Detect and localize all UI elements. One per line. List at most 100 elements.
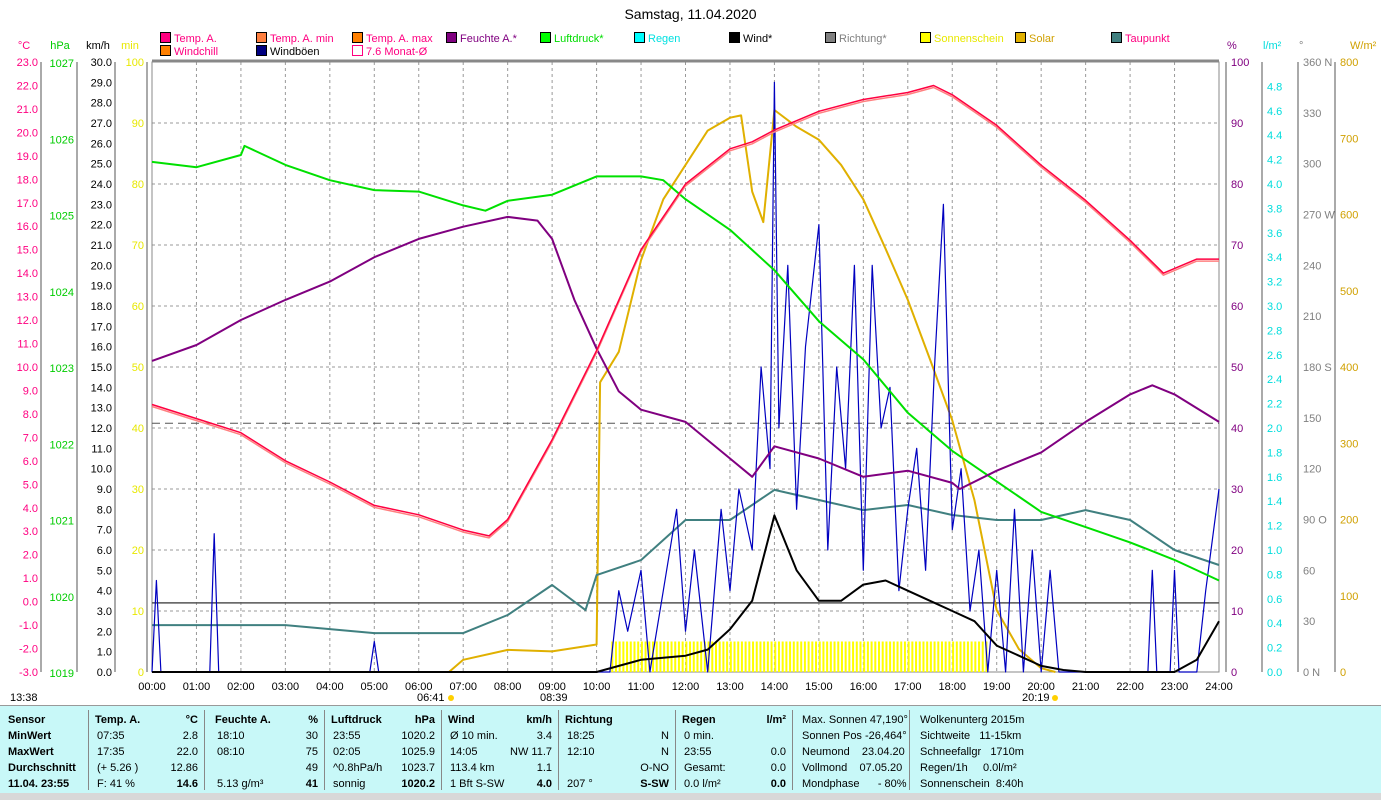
- y-tick-label: 40: [1231, 423, 1243, 435]
- y-tick-label: 4.6: [1267, 106, 1282, 118]
- status-bar: [0, 793, 1381, 800]
- sunshine-bar: [733, 641, 736, 672]
- hum-value: 49: [305, 762, 318, 774]
- summary-panel: Sensor MinWert MaxWert Durchschnitt 11.04. 2…: [0, 705, 1381, 794]
- y-tick-label: 23.0: [17, 57, 38, 69]
- y-tick-label: 80: [132, 179, 144, 191]
- sunshine-bar: [626, 641, 629, 672]
- sunshine-bar: [870, 641, 873, 672]
- y-tick-label: 14.0: [17, 268, 38, 280]
- sunshine-bar: [781, 641, 784, 672]
- x-tick-label: 19:00: [983, 681, 1011, 693]
- x-tick-label: 21:00: [1072, 681, 1100, 693]
- y-tick-label: -3.0: [19, 667, 38, 679]
- y-tick-label: 3.6: [1267, 228, 1282, 240]
- sunshine-bar: [955, 641, 958, 672]
- sunshine-bar: [729, 641, 732, 672]
- y-tick-label: 1022: [50, 439, 74, 451]
- y-tick-label: 20.0: [17, 127, 38, 139]
- sunshine-bar: [689, 641, 692, 672]
- sunshine-bar: [700, 641, 703, 672]
- y-tick-label: 3.8: [1267, 203, 1282, 215]
- y-tick-label: 20: [132, 545, 144, 557]
- y-tick-label: 17.0: [91, 321, 112, 333]
- y-tick-label: 11.0: [17, 339, 38, 351]
- y-tick-label: 150: [1303, 413, 1321, 425]
- y-tick-label: 1.2: [1267, 521, 1282, 533]
- y-tick-label: 3.0: [1267, 301, 1282, 313]
- press-value: 1020.2: [401, 730, 435, 742]
- y-tick-label: 240: [1303, 260, 1321, 272]
- sunshine-bar: [815, 641, 818, 672]
- sunshine-bar: [759, 641, 762, 672]
- sunshine-bar: [963, 641, 966, 672]
- sunshine-bar: [737, 641, 740, 672]
- y-tick-label: 12.0: [17, 315, 38, 327]
- y-tick-label: 0.0: [23, 597, 38, 609]
- misc-info: Sichtweite 11-15km: [920, 730, 1022, 742]
- x-tick-label: 13:00: [716, 681, 744, 693]
- y-tick-label: 2.8: [1267, 325, 1282, 337]
- axis-unit-label: %: [1227, 40, 1237, 52]
- y-tick-label: 0.0: [1267, 667, 1282, 679]
- y-tick-label: 1.8: [1267, 447, 1282, 459]
- sunset-time: 20:19: [1022, 692, 1050, 704]
- x-tick-label: 03:00: [272, 681, 300, 693]
- y-tick-label: 1024: [50, 287, 74, 299]
- sunshine-bar: [944, 641, 947, 672]
- y-tick-label: 4.0: [97, 586, 112, 598]
- wind-value: NW 11.7: [510, 746, 552, 758]
- y-tick-label: 0.0: [97, 667, 112, 679]
- sunshine-bar: [915, 641, 918, 672]
- y-tick-label: 29.0: [91, 77, 112, 89]
- axis-unit-label: l/m²: [1263, 40, 1282, 52]
- y-tick-label: 20.0: [91, 260, 112, 272]
- sensor-row-label: MaxWert: [8, 746, 54, 758]
- sunshine-bar: [878, 641, 881, 672]
- sunshine-bar: [792, 641, 795, 672]
- sunshine-bar: [796, 641, 799, 672]
- axis-unit-label: °C: [18, 40, 30, 52]
- hum-value: 30: [305, 730, 318, 742]
- y-tick-label: 6.0: [97, 545, 112, 557]
- y-tick-label: 26.0: [91, 138, 112, 150]
- sunshine-bar: [822, 641, 825, 672]
- sunshine-bar: [903, 641, 906, 672]
- sunshine-bar: [785, 641, 788, 672]
- sunshine-bar: [818, 641, 821, 672]
- sunshine-bar: [800, 641, 803, 672]
- y-tick-label: 700: [1340, 133, 1358, 145]
- y-tick-label: 8.0: [97, 504, 112, 516]
- x-tick-label: 16:00: [850, 681, 878, 693]
- x-tick-label: 01:00: [183, 681, 211, 693]
- sunshine-bar: [777, 641, 780, 672]
- press-value: 1023.7: [401, 762, 435, 774]
- sunshine-bar: [766, 641, 769, 672]
- rain-value: 0.0: [770, 778, 786, 790]
- temp-column: Temp. A. °C 07:35 17:35 (+ 5.26 ) F: 41 % 2.8 2…: [88, 710, 205, 790]
- x-tick-label: 02:00: [227, 681, 255, 693]
- sunshine-bar: [981, 641, 984, 672]
- temp-value: 12.86: [170, 762, 198, 774]
- y-tick-label: 0: [1340, 667, 1346, 679]
- y-tick-label: 1.6: [1267, 472, 1282, 484]
- sunshine-bar: [840, 641, 843, 672]
- sunshine-bar: [863, 641, 866, 672]
- press-column: Luftdruck hPa 23:55 02:05 ^0.8hPa/h sonnig 102…: [324, 710, 442, 790]
- y-tick-label: 2.0: [97, 626, 112, 638]
- y-tick-label: 30: [132, 484, 144, 496]
- y-tick-label: 21.0: [17, 104, 38, 116]
- y-tick-label: 210: [1303, 311, 1321, 323]
- y-tick-label: 27.0: [91, 118, 112, 130]
- y-tick-label: 100: [1231, 57, 1249, 69]
- y-tick-label: 18.0: [91, 301, 112, 313]
- sunshine-bar: [622, 641, 625, 672]
- sunshine-bar: [959, 641, 962, 672]
- sunshine-bar: [807, 641, 810, 672]
- press-value: 1025.9: [401, 746, 435, 758]
- y-tick-label: 24.0: [91, 179, 112, 191]
- sunshine-bar: [892, 641, 895, 672]
- axis-unit-label: km/h: [86, 40, 110, 52]
- hum-column: Feuchte A.% 18:10 08:10 5.13 g/m³ 30 75 49 41: [208, 710, 325, 790]
- y-tick-label: 20: [1231, 545, 1243, 557]
